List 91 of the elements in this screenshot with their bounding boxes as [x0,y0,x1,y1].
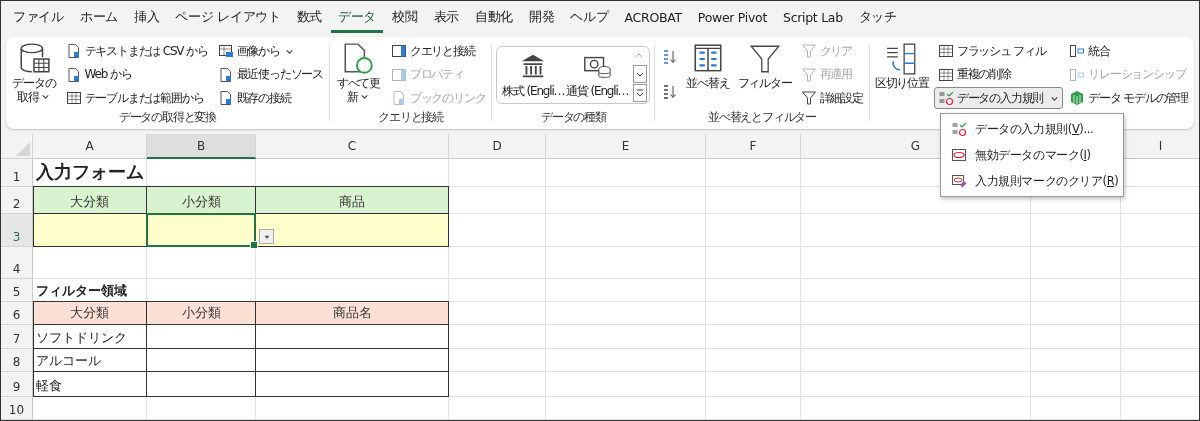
ribbon-button[interactable]: テーブルまたは範囲から [61,87,212,109]
row-header[interactable]: 4 [1,247,33,279]
ribbon-button[interactable]: データ モデルの管理 [1065,87,1193,109]
section-title[interactable]: フィルター領域 [33,279,147,302]
row-header[interactable]: 7 [1,325,33,349]
filter-icon [800,66,817,83]
grid-icon [217,43,234,59]
boxes-icon [1069,43,1086,59]
column-heading-cell[interactable]: 小分類 [147,187,255,213]
ribbon-tab[interactable]: ファイル [6,5,71,33]
more-icon[interactable] [633,84,648,102]
menu-item[interactable]: 入力規則マークのクリア(R) [941,168,1123,194]
group-label: 並べ替えとフィルター [708,110,817,124]
ribbon-tab[interactable]: タッチ [851,5,904,33]
group-label: クエリと接続 [378,110,444,124]
ribbon-button[interactable]: データの取得 [8,40,60,107]
sheet-title[interactable]: 入力フォーム [33,159,147,187]
sort-icon [661,83,678,100]
ribbon-button[interactable]: 最近使ったソース [213,63,327,86]
sort-icon [661,49,678,66]
ribbon-tab[interactable]: 数式 [289,5,329,33]
ribbon-tab[interactable]: ページ レイアウト [168,5,288,33]
document-icon [217,90,234,106]
cube-icon [1069,90,1086,106]
ribbon-tab[interactable]: 自動化 [467,5,521,33]
table-cell[interactable]: 軽食 [33,372,147,397]
column-heading-cell[interactable]: 大分類 [33,302,146,324]
ribbon-button[interactable]: フィルター [734,40,795,93]
group-label: データの取得と変換 [118,110,217,124]
checklist-icon [937,90,954,106]
row-header[interactable]: 1 [1,159,33,187]
panel-icon [390,43,407,59]
ribbon-tab[interactable]: 校閲 [385,5,425,33]
column-heading-cell[interactable]: 商品 [256,187,448,213]
input-cell[interactable] [256,214,448,246]
panel-icon [390,66,407,83]
row-header[interactable]: 3 [1,214,33,247]
data-type-button[interactable]: 株式 (Engli… [501,48,566,102]
filter-icon [800,43,817,59]
ribbon-button[interactable]: 画像から [213,40,327,62]
ribbon-button[interactable]: 区切り位置 [871,40,932,93]
table-cell[interactable]: ソフトドリンク [33,325,147,349]
ribbon-tab[interactable]: 開発 [522,5,562,33]
document-icon [65,43,82,59]
ribbon-button[interactable]: すべて更新 [332,40,385,107]
row-header[interactable]: 6 [1,302,33,325]
document-icon [65,66,82,83]
row-header[interactable]: 2 [1,187,33,214]
ribbon-tab[interactable]: ホーム [72,5,125,33]
ribbon-tab[interactable]: ACROBAT [617,6,689,32]
filter-icon [800,90,817,106]
ribbon-button[interactable]: 詳細設定 [796,87,867,109]
column-heading-cell[interactable]: 小分類 [147,302,255,324]
document-icon [390,90,407,106]
ribbon-button[interactable]: 重複の削除 [933,63,1064,86]
ribbon-tab[interactable]: Script Lab [776,6,850,32]
row-header[interactable]: 8 [1,349,33,372]
ribbon-button[interactable]: Web から [61,63,212,86]
table-cell[interactable]: アルコール [33,349,147,372]
ribbon-button[interactable]: フラッシュ フィル [933,40,1064,62]
ribbon-button[interactable]: テキストまたは CSV から [61,40,212,62]
ribbon-button[interactable]: データの入力規則 [933,87,1064,109]
input-cell[interactable] [33,214,146,246]
scroll-down-icon[interactable] [633,65,648,83]
table-icon [937,43,954,59]
document-icon [217,66,234,83]
ribbon-tab[interactable]: 表示 [426,5,466,33]
ribbon-button[interactable]: 並べ替え [683,40,733,93]
table-icon [937,66,954,83]
ribbon-tab[interactable]: 挿入 [126,5,167,33]
fill-handle[interactable] [250,241,258,249]
checklist-icon [951,121,967,137]
ribbon-button[interactable]: 既存の接続 [213,87,327,109]
column-heading-cell[interactable]: 商品名 [256,302,448,324]
row-header[interactable]: 10 [1,397,33,420]
row-header[interactable]: 9 [1,372,33,397]
row-header[interactable]: 5 [1,279,33,302]
boxes-icon [1069,66,1086,83]
ribbon-button[interactable]: 統合 [1065,40,1193,62]
ribbon-tab[interactable]: データ [331,5,384,33]
circled-cell-icon [951,147,967,163]
ribbon-tab[interactable]: ヘルプ [563,5,616,33]
ribbon-button[interactable]: クエリと接続 [386,40,490,62]
ribbon-tab[interactable]: Power Pivot [690,6,774,32]
column-header[interactable]: B [147,134,256,159]
column-heading-cell[interactable]: 大分類 [33,187,146,213]
group-label: データの種類 [540,110,606,124]
eraser-icon [951,173,967,189]
table-icon [65,90,82,106]
dropdown-button[interactable] [259,229,274,244]
data-type-button[interactable]: 通貨 (Engli… [565,48,630,102]
